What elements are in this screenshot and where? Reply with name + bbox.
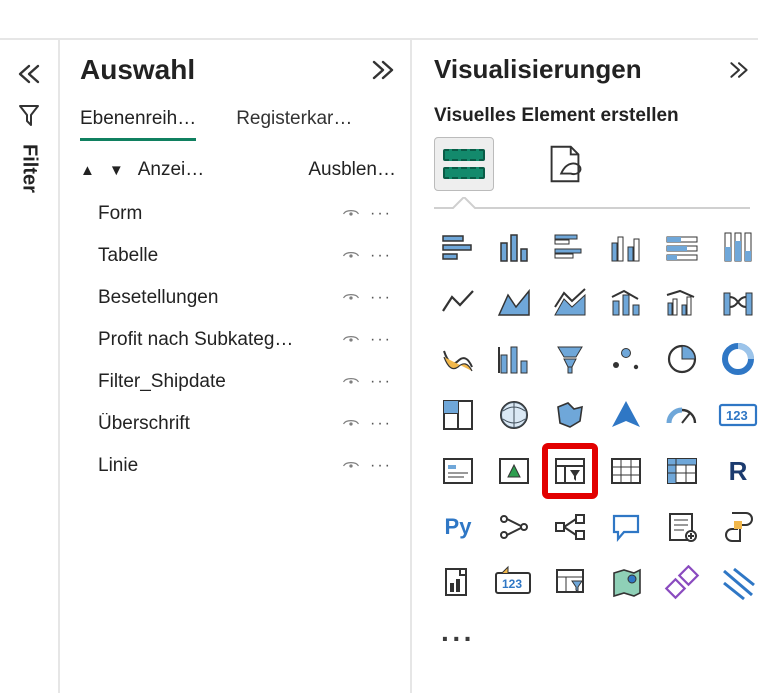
visualizations-title: Visualisierungen <box>434 54 642 85</box>
workspace: Filter Auswahl Ebenenreih… Registerkar… … <box>0 40 758 693</box>
esri-map-icon[interactable] <box>602 559 650 607</box>
ribbon-chart-icon[interactable] <box>714 279 758 327</box>
list-item[interactable]: Filter_Shipdate ··· <box>80 361 396 403</box>
visualizations-pane: Visualisierungen Visuelles Element erste… <box>410 40 758 693</box>
clustered-column-chart-icon[interactable] <box>602 223 650 271</box>
custom-visual-icon[interactable] <box>658 559 706 607</box>
paginated-report-icon[interactable] <box>714 503 758 551</box>
more-icon[interactable]: ··· <box>370 373 392 391</box>
smart-narrative-icon[interactable] <box>658 503 706 551</box>
item-label: Überschrift <box>98 413 190 435</box>
list-item[interactable]: Tabelle ··· <box>80 235 396 277</box>
expand-icon[interactable] <box>16 64 42 84</box>
python-visual-icon[interactable]: Py <box>434 503 482 551</box>
power-apps-icon[interactable] <box>434 559 482 607</box>
build-visual-button[interactable] <box>434 137 494 191</box>
funnel-icon[interactable] <box>17 102 41 126</box>
matrix-icon[interactable] <box>658 447 706 495</box>
multi-row-card-icon[interactable] <box>434 447 482 495</box>
waterfall-chart-icon[interactable] <box>434 335 482 383</box>
decomposition-tree-icon[interactable] <box>546 503 594 551</box>
q-and-a-icon[interactable] <box>602 503 650 551</box>
list-item[interactable]: Linie ··· <box>80 445 396 487</box>
line-stacked-column-chart-icon[interactable] <box>602 279 650 327</box>
pie-chart-icon[interactable] <box>602 335 650 383</box>
tab-layers[interactable]: Ebenenreih… <box>80 108 196 141</box>
stacked-area-chart-icon[interactable] <box>546 279 594 327</box>
selection-items: Form ··· Tabelle ··· Besetellungen ··· P… <box>80 193 396 487</box>
visibility-icon[interactable] <box>342 373 360 391</box>
collapse-viz-icon[interactable] <box>728 60 750 80</box>
item-label: Filter_Shipdate <box>98 371 226 393</box>
line-chart-icon[interactable] <box>434 279 482 327</box>
area-chart-icon[interactable] <box>490 279 538 327</box>
selection-pane: Auswahl Ebenenreih… Registerkar… ▲ ▼ Anz… <box>60 40 410 693</box>
visualization-gallery: 123 R Py 123 ··· <box>434 223 758 663</box>
more-icon[interactable]: ··· <box>370 289 392 307</box>
power-automate-icon[interactable]: 123 <box>490 559 538 607</box>
visibility-icon[interactable] <box>342 415 360 433</box>
key-influencers-icon[interactable] <box>490 503 538 551</box>
map-icon[interactable] <box>434 391 482 439</box>
line-clustered-column-chart-icon[interactable] <box>658 279 706 327</box>
visibility-icon[interactable] <box>342 289 360 307</box>
treemap-icon[interactable] <box>714 335 758 383</box>
hundred-percent-bar-chart-icon[interactable] <box>658 223 706 271</box>
get-more-visuals-icon[interactable] <box>714 559 758 607</box>
shape-map-icon[interactable] <box>546 391 594 439</box>
visibility-icon[interactable] <box>342 457 360 475</box>
visualizations-subtitle: Visuelles Element erstellen <box>434 105 758 127</box>
item-label: Besetellungen <box>98 287 218 309</box>
r-visual-icon[interactable]: R <box>714 447 758 495</box>
format-visual-button[interactable] <box>542 141 588 187</box>
more-icon[interactable]: ··· <box>370 205 392 223</box>
more-icon[interactable]: ··· <box>370 331 392 349</box>
filter-label: Filter <box>18 144 41 193</box>
list-item[interactable]: Besetellungen ··· <box>80 277 396 319</box>
show-button[interactable]: Anzei… <box>138 159 205 181</box>
azure-map-icon[interactable] <box>602 391 650 439</box>
card-icon[interactable]: 123 <box>714 391 758 439</box>
kpi-icon[interactable] <box>490 447 538 495</box>
selection-title: Auswahl <box>80 54 195 86</box>
list-item[interactable]: Überschrift ··· <box>80 403 396 445</box>
item-label: Form <box>98 203 142 225</box>
hide-button[interactable]: Ausblen… <box>308 159 396 181</box>
sort-row: ▲ ▼ Anzei… Ausblen… <box>80 159 396 181</box>
selection-tabs: Ebenenreih… Registerkar… <box>80 108 396 141</box>
gauge-icon[interactable] <box>658 391 706 439</box>
filter-rail: Filter <box>0 40 60 693</box>
sort-up-icon[interactable]: ▲ <box>80 162 95 179</box>
slicer-icon[interactable] <box>546 447 594 495</box>
list-item[interactable]: Form ··· <box>80 193 396 235</box>
table-icon[interactable] <box>602 447 650 495</box>
top-strip <box>0 0 758 40</box>
more-visuals-icon[interactable]: ··· <box>434 615 482 663</box>
tab-bookmarks[interactable]: Registerkar… <box>236 108 352 141</box>
stacked-column-chart-icon[interactable] <box>490 223 538 271</box>
more-icon[interactable]: ··· <box>370 415 392 433</box>
item-label: Tabelle <box>98 245 158 267</box>
filled-map-icon[interactable] <box>490 391 538 439</box>
svg-text:123: 123 <box>502 577 522 591</box>
item-label: Linie <box>98 455 138 477</box>
stacked-bar-chart-icon[interactable] <box>434 223 482 271</box>
visibility-icon[interactable] <box>342 205 360 223</box>
more-icon[interactable]: ··· <box>370 457 392 475</box>
visibility-icon[interactable] <box>342 247 360 265</box>
visibility-icon[interactable] <box>342 331 360 349</box>
sort-down-icon[interactable]: ▼ <box>109 162 124 179</box>
arcgis-map-icon[interactable] <box>546 559 594 607</box>
scatter-chart-icon[interactable] <box>546 335 594 383</box>
donut-chart-icon[interactable] <box>658 335 706 383</box>
svg-text:123: 123 <box>726 408 748 423</box>
more-icon[interactable]: ··· <box>370 247 392 265</box>
collapse-icon[interactable] <box>370 60 396 80</box>
hundred-percent-column-chart-icon[interactable] <box>714 223 758 271</box>
list-item[interactable]: Profit nach Subkateg… ··· <box>80 319 396 361</box>
funnel-chart-icon[interactable] <box>490 335 538 383</box>
clustered-bar-chart-icon[interactable] <box>546 223 594 271</box>
item-label: Profit nach Subkateg… <box>98 329 293 351</box>
